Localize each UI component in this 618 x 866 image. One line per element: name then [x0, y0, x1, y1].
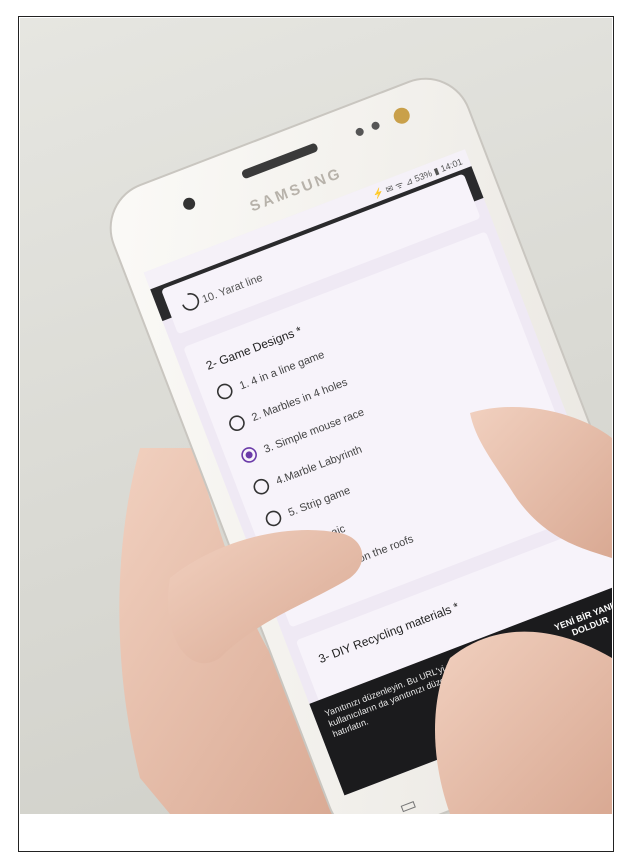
right-hand: [435, 631, 612, 814]
photo: SAMSUNG ⚡ ✉ ᯤ ⊿ 53% ▮ 14:01 10. Yarat li…: [20, 18, 612, 814]
image-frame: SAMSUNG ⚡ ✉ ᯤ ⊿ 53% ▮ 14:01 10. Yarat li…: [18, 16, 614, 852]
phone-photo: SAMSUNG ⚡ ✉ ᯤ ⊿ 53% ▮ 14:01 10. Yarat li…: [109, 77, 612, 814]
